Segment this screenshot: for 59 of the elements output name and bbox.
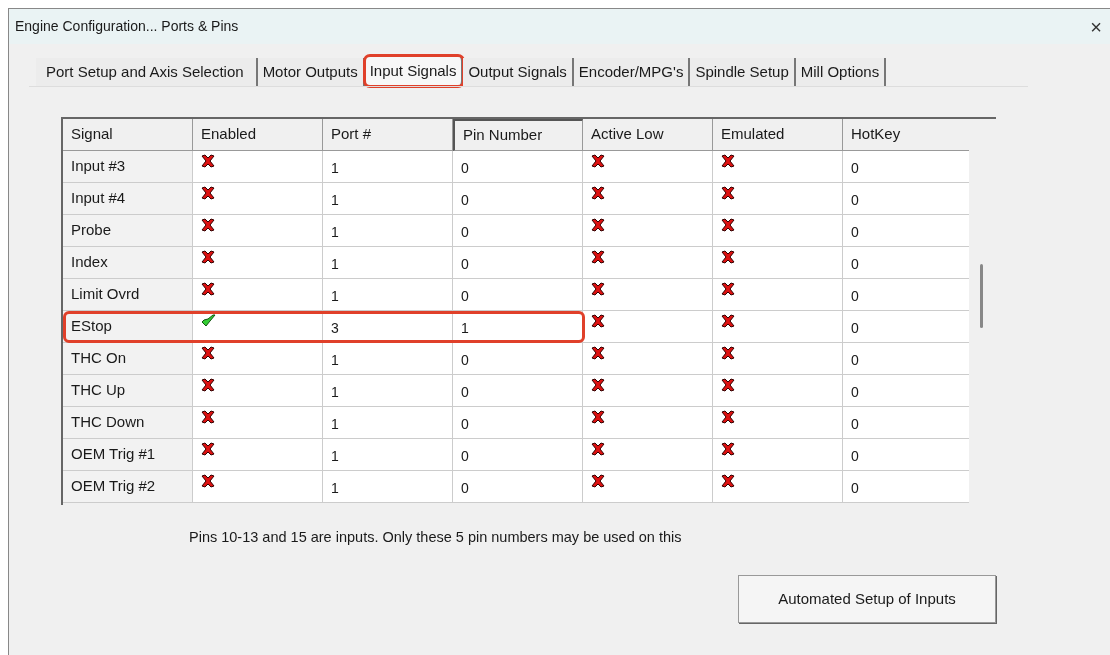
column-header[interactable]: Pin Number [453, 119, 583, 151]
signal-name: Probe [63, 215, 193, 247]
table-cell: 0 [843, 183, 970, 215]
signal-name: OEM Trig #1 [63, 439, 193, 471]
table-cell: 0 [843, 279, 970, 311]
column-header[interactable]: Emulated [713, 119, 843, 151]
table-cell: 0 [843, 407, 970, 439]
table-cell: 1 [323, 279, 453, 311]
tab[interactable]: Motor Outputs [257, 58, 365, 86]
table-cell: 1 [323, 471, 453, 503]
info-text: Pins 10-13 and 15 are inputs. Only these 5 pin numbers may be used on this [189, 528, 683, 547]
column-header[interactable]: Port # [323, 119, 453, 151]
table-cell: 0 [843, 343, 970, 375]
tab[interactable]: Mill Options [795, 58, 887, 86]
table-cell: 0 [843, 439, 970, 471]
column-header[interactable]: Active Low [583, 119, 713, 151]
table-cell: 0 [843, 247, 970, 279]
table-cell: 0 [843, 375, 970, 407]
table-cell: 0 [453, 375, 583, 407]
setup-button[interactable]: Automated Setup of Inputs [738, 574, 996, 623]
table-cell: 0 [843, 151, 970, 183]
window-title: Engine Configuration... Ports & Pins [15, 17, 239, 36]
table-cell: 0 [453, 439, 583, 471]
scrollbar-thumb[interactable] [980, 264, 984, 328]
tab[interactable]: Input Signals [364, 56, 464, 86]
tab[interactable]: Output Signals [463, 58, 574, 86]
table-cell: 0 [453, 215, 583, 247]
column-header[interactable]: Enabled [193, 119, 323, 151]
column-header[interactable]: Signal [63, 119, 193, 151]
signal-name: Input #3 [63, 151, 193, 183]
signal-name: Input #4 [63, 183, 193, 215]
table-cell: 0 [453, 407, 583, 439]
table-cell: 0 [453, 247, 583, 279]
table-cell: 0 [453, 471, 583, 503]
tab[interactable]: Encoder/MPG's [573, 58, 691, 86]
table-cell: 1 [323, 247, 453, 279]
table-cell: 1 [323, 375, 453, 407]
table-cell: 0 [453, 151, 583, 183]
tab[interactable]: Port Setup and Axis Selection [36, 58, 258, 86]
table-cell: 1 [323, 183, 453, 215]
signal-name: THC Up [63, 375, 193, 407]
table-cell: 1 [323, 215, 453, 247]
signal-name: Limit Ovrd [63, 279, 193, 311]
signal-name: OEM Trig #2 [63, 471, 193, 503]
table-cell: 1 [323, 407, 453, 439]
table-cell: 0 [453, 279, 583, 311]
table-cell: 0 [453, 343, 583, 375]
table-cell: 0 [843, 471, 970, 503]
table-cell: 1 [323, 151, 453, 183]
signal-name: THC On [63, 343, 193, 375]
close-button[interactable]: × [1090, 16, 1102, 37]
table-cell: 1 [323, 439, 453, 471]
table-cell: 0 [843, 311, 970, 343]
table-cell: 0 [843, 215, 970, 247]
table-cell: 0 [453, 183, 583, 215]
signal-name: THC Down [63, 407, 193, 439]
table-cell: 1 [323, 343, 453, 375]
tab[interactable]: Spindle Setup [690, 58, 796, 86]
signal-name: Index [63, 247, 193, 279]
